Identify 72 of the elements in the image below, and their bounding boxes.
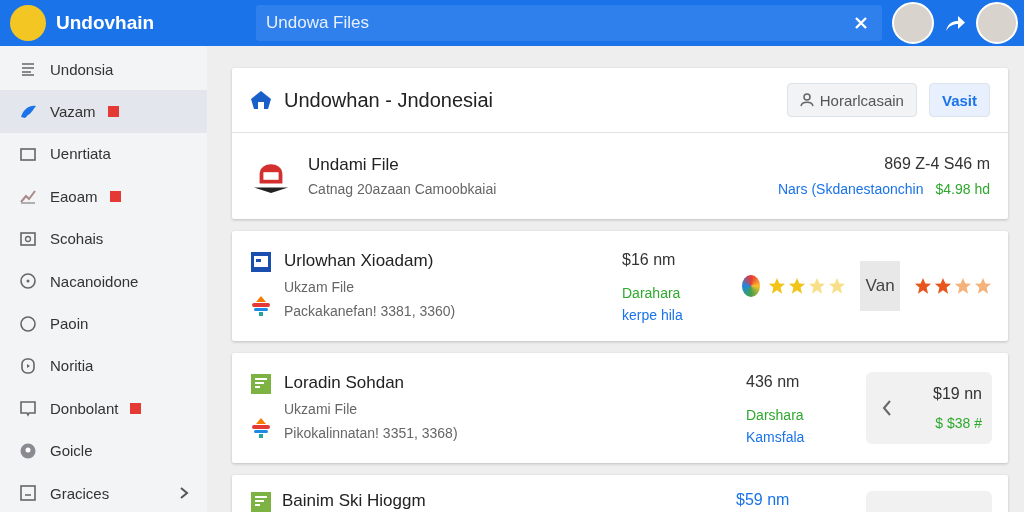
sidebar-item[interactable]: Noritia <box>0 344 207 388</box>
item-label: Noritia <box>50 357 94 375</box>
avatar-circle[interactable] <box>976 2 1018 44</box>
sidebar-item[interactable]: Donbolant <box>0 387 207 430</box>
item-label: Paoin <box>50 315 89 333</box>
status-label: Darshara <box>746 407 805 423</box>
file-subtitle: Catnag 20azaan Camoobkaiai <box>308 181 498 197</box>
file-size: $59 nm <box>736 491 791 509</box>
item-label: Uenrtiata <box>50 145 111 163</box>
sidebar-item[interactable]: Paoin <box>0 302 207 345</box>
sidebar-item[interactable]: Goicle <box>0 429 207 472</box>
item-label: Donbolant <box>50 399 119 417</box>
item-label: Gracices <box>50 484 110 502</box>
sidebar-item[interactable]: Eaoam <box>0 175 207 218</box>
sidebar-item[interactable]: Uenrtiata <box>0 132 207 176</box>
price-secondary: $ $38 # <box>935 415 982 431</box>
home-icon <box>250 89 272 111</box>
item-label: Nacanoidone <box>50 272 139 290</box>
brand-name: Undovhain <box>56 12 156 34</box>
item-label: Scohais <box>50 230 104 248</box>
star-icon <box>808 277 827 295</box>
file-detail: Pikokalinnatan! 3351, 3368) <box>284 425 459 441</box>
item-label: Undonsia <box>50 60 114 78</box>
file-size: $16 nm <box>622 251 677 269</box>
file-title: Loradin Sohdan <box>284 373 406 393</box>
file-title: Urlowhan Xioadam) <box>284 251 435 271</box>
star-icon <box>974 277 992 295</box>
document-icon <box>250 251 272 273</box>
action-button[interactable]: Horarlcasain <box>786 83 917 117</box>
star-icon <box>914 277 932 295</box>
chevron-right-icon[interactable] <box>179 487 189 500</box>
file-title: Bainim Ski Hioggm <box>282 491 427 511</box>
star-icon <box>954 277 972 295</box>
file-link[interactable]: kerpe hila <box>622 307 732 323</box>
star-icon <box>828 277 847 295</box>
file-price: $4.98 hd <box>935 181 990 197</box>
sidebar-item[interactable]: Undonsia <box>0 48 207 91</box>
stacked-layers-icon <box>250 295 272 317</box>
file-link[interactable]: Kamsfala <box>746 429 856 445</box>
star-icon <box>768 277 787 295</box>
sidebar-item[interactable]: Scohais <box>0 217 207 260</box>
item-label: Goicle <box>50 442 93 460</box>
star-icon <box>934 277 952 295</box>
stacked-layers-icon <box>250 417 272 439</box>
price: $19 nn <box>933 385 982 403</box>
tag-button[interactable]: Van <box>860 261 900 311</box>
color-ball-icon <box>742 275 761 297</box>
status-label: Darahara <box>622 285 682 301</box>
file-size: 869 Z-4 S46 m <box>884 155 990 173</box>
star-icon <box>788 277 807 295</box>
sidebar-item[interactable]: Nacanoidone <box>0 259 207 303</box>
file-title: Undami File <box>308 155 400 175</box>
file-type: Ukzam File <box>284 279 355 295</box>
file-size: 436 nm <box>746 373 801 391</box>
sidebar-item[interactable]: Vazam <box>0 90 207 133</box>
sidebar-item[interactable]: Gracices <box>0 471 207 512</box>
document-icon <box>250 373 272 395</box>
price-panel[interactable]: $19 nn $ $38 # <box>866 372 992 444</box>
file-detail: Packakanefan! 3381, 3360) <box>284 303 457 319</box>
chevron-left-icon <box>882 400 892 416</box>
file-link[interactable]: Nars (Skdanestaonchin <box>777 181 924 197</box>
file-type: Ukzami File <box>284 401 359 417</box>
page-title: Undowhan - Jndonesiai <box>284 88 495 112</box>
item-label: Vazam <box>50 103 96 121</box>
visit-button[interactable]: Vasit <box>928 83 990 117</box>
circle-icon <box>18 313 38 334</box>
person-icon <box>799 93 814 107</box>
avatar-circle <box>10 5 46 41</box>
panel-icon <box>18 483 38 504</box>
avatar-circle[interactable] <box>892 2 934 44</box>
item-label: Eaoam <box>50 187 98 205</box>
close-icon[interactable] <box>854 16 868 30</box>
